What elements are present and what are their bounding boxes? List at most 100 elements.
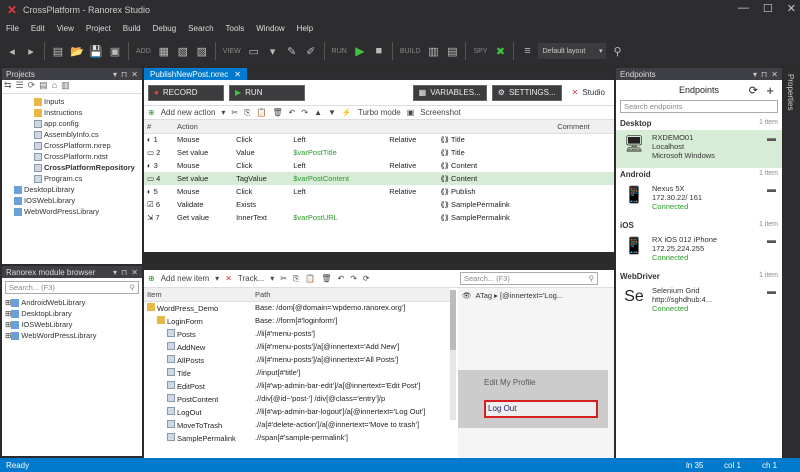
record-button[interactable]: ● RECORD: [148, 84, 224, 101]
home-icon[interactable]: ⌂: [52, 80, 57, 93]
action-row[interactable]: ⇲ 7 Get value InnerText $varPostURL ⟪⟫ Sampl…: [144, 211, 614, 224]
action-comment[interactable]: [554, 159, 614, 172]
menu-item-debug[interactable]: Debug: [153, 24, 177, 33]
filter-icon[interactable]: ▥: [61, 80, 70, 93]
tree-item[interactable]: Program.cs: [2, 173, 142, 184]
settings-button[interactable]: ⚙ SETTINGS...: [491, 84, 562, 101]
tree-item[interactable]: Instructions: [2, 107, 142, 118]
endpoint-menu-icon[interactable]: ▬: [767, 286, 776, 296]
delete-icon[interactable]: 🗑: [273, 108, 283, 117]
menu-item-build[interactable]: Build: [123, 24, 141, 33]
layout-select[interactable]: Default layout ▾: [538, 43, 607, 59]
props-icon[interactable]: ▤: [39, 80, 48, 93]
add-item-button[interactable]: Add new item: [161, 274, 209, 283]
action-row[interactable]: ◐ 1 Mouse Click Left Relative ⟪⟫ Title: [144, 133, 614, 146]
tree-item[interactable]: DesktopLibrary: [2, 184, 142, 195]
repo-search-input[interactable]: Search... (F3) ⚲: [460, 272, 598, 285]
module-item[interactable]: ⊞ WebWordPressLibrary: [5, 330, 139, 341]
tree-item[interactable]: AssemblyInfo.cs: [2, 129, 142, 140]
repo-item-row[interactable]: LogOut .//li[#'wp-admin-bar-logout']/a[@i…: [144, 405, 450, 418]
endpoint-item[interactable]: 📱 Nexus 5X 172.30.22/ 161 Connected ▬: [616, 181, 782, 219]
run-icon[interactable]: ▶: [352, 43, 368, 59]
minimize-button[interactable]: —: [738, 2, 749, 15]
action-comment[interactable]: [554, 172, 614, 185]
cut-icon[interactable]: ✂: [280, 274, 287, 283]
action-repo-item-cell[interactable]: ⟪⟫ Content: [438, 159, 555, 172]
module-item[interactable]: ⊞ AndroidWebLibrary: [5, 297, 139, 308]
action-name[interactable]: Get value: [174, 211, 233, 224]
pin-icon[interactable]: ▾: [113, 268, 117, 277]
turbo-mode-toggle[interactable]: Turbo mode: [358, 108, 401, 117]
close-tab-icon[interactable]: ✕: [234, 70, 241, 79]
close-icon[interactable]: ✕: [131, 70, 138, 79]
scrollbar[interactable]: [450, 290, 456, 420]
menu-item-tools[interactable]: Tools: [226, 24, 245, 33]
col-header[interactable]: Action: [174, 120, 234, 134]
new-solution-icon[interactable]: ▤: [50, 43, 66, 59]
action-arg-a[interactable]: Value: [233, 146, 290, 159]
action-row[interactable]: ☑ 6 Validate Exists ⟪⟫ SamplePermalink: [144, 198, 614, 211]
action-name[interactable]: Set value: [174, 146, 233, 159]
tab-publishnewpost[interactable]: PublishNewPost.rxrec ✕: [144, 68, 247, 80]
undo-icon[interactable]: ↶: [338, 274, 345, 283]
action-repo-item-cell[interactable]: ⟪⟫ Publish: [438, 185, 555, 198]
tree-item[interactable]: CrossPlatformRepository: [2, 162, 142, 173]
save-icon[interactable]: 💾: [88, 43, 104, 59]
refresh-icon[interactable]: ⟳: [749, 84, 758, 97]
action-row[interactable]: ◐ 5 Mouse Click Left Relative ⟪⟫ Publish: [144, 185, 614, 198]
action-arg-a[interactable]: Exists: [233, 198, 290, 211]
variables-button[interactable]: ▦ VARIABLES...: [412, 84, 487, 101]
forward-icon[interactable]: ▸: [23, 43, 39, 59]
dock-icon[interactable]: ⊓: [761, 70, 767, 79]
repo-item-row[interactable]: AddNew .//li[#'menu-posts']/a[@innertext=…: [144, 340, 450, 353]
tree-item[interactable]: CrossPlatform.rxrep: [2, 140, 142, 151]
redo-icon[interactable]: ↷: [301, 108, 308, 117]
brush-icon[interactable]: ✎: [284, 43, 300, 59]
dock-icon[interactable]: ⊓: [121, 268, 127, 277]
open-icon[interactable]: 📂: [69, 43, 85, 59]
scrollbar-thumb[interactable]: [450, 290, 456, 350]
action-arg-c[interactable]: [386, 146, 437, 159]
menu-item-project[interactable]: Project: [86, 24, 111, 33]
add-folder-icon[interactable]: ▦: [156, 43, 172, 59]
close-icon[interactable]: ✕: [131, 268, 138, 277]
paste-icon[interactable]: 📋: [257, 108, 267, 117]
menu-item-view[interactable]: View: [57, 24, 74, 33]
action-arg-a[interactable]: InnerText: [233, 211, 290, 224]
maximize-button[interactable]: ☐: [763, 2, 773, 15]
repo-item-row[interactable]: WordPress_Demo Base: /dom[@domain='wpdemo…: [144, 301, 450, 314]
action-name[interactable]: Mouse: [174, 133, 233, 146]
action-arg-b[interactable]: $varPostTitle: [290, 146, 386, 159]
undo-icon[interactable]: ↶: [289, 108, 296, 117]
tree-item[interactable]: CrossPlatform.rxtst: [2, 151, 142, 162]
collapse-icon[interactable]: ⇆: [4, 80, 12, 93]
col-header[interactable]: Comment: [554, 120, 614, 134]
action-arg-c[interactable]: Relative: [386, 159, 437, 172]
action-repo-item-cell[interactable]: ⟪⟫ Content: [438, 172, 555, 185]
spy-icon[interactable]: ✖: [492, 43, 508, 59]
pin-icon[interactable]: ▾: [753, 70, 757, 79]
chevron-down-icon[interactable]: ▾: [270, 274, 274, 283]
endpoint-item[interactable]: Se Selenium Grid http://sghdhub:4... Connec…: [616, 283, 782, 321]
close-icon[interactable]: ✕: [771, 70, 778, 79]
endpoint-menu-icon[interactable]: ▬: [767, 133, 776, 143]
add-test-icon[interactable]: ▨: [194, 43, 210, 59]
repo-item-row[interactable]: Posts .//li[#'menu-posts']: [144, 327, 450, 340]
action-repo-item-cell[interactable]: ⟪⟫ SamplePermalink: [438, 211, 555, 224]
tree-item[interactable]: WebWordPressLibrary: [2, 206, 142, 217]
menu-item-edit[interactable]: Edit: [31, 24, 45, 33]
list-icon[interactable]: ☰: [16, 80, 24, 93]
tree-item[interactable]: app.config: [2, 118, 142, 129]
action-row[interactable]: ◐ 3 Mouse Click Left Relative ⟪⟫ Content: [144, 159, 614, 172]
endpoint-item[interactable]: 🖥 RXDEMO01 Localhost Microsoft Windows ▬: [616, 130, 782, 168]
menu-item-help[interactable]: Help: [297, 24, 313, 33]
module-item[interactable]: ⊞ IOSWebLibrary: [5, 319, 139, 330]
chevron-down-icon[interactable]: ▾: [215, 274, 219, 283]
tree-item[interactable]: IOSWebLibrary: [2, 195, 142, 206]
action-arg-c[interactable]: [386, 198, 437, 211]
endpoint-menu-icon[interactable]: ▬: [767, 235, 776, 245]
back-icon[interactable]: ◂: [4, 43, 20, 59]
cut-icon[interactable]: ✂: [231, 108, 238, 117]
action-name[interactable]: Mouse: [174, 185, 233, 198]
chevron-down-icon[interactable]: ▾: [221, 108, 225, 117]
